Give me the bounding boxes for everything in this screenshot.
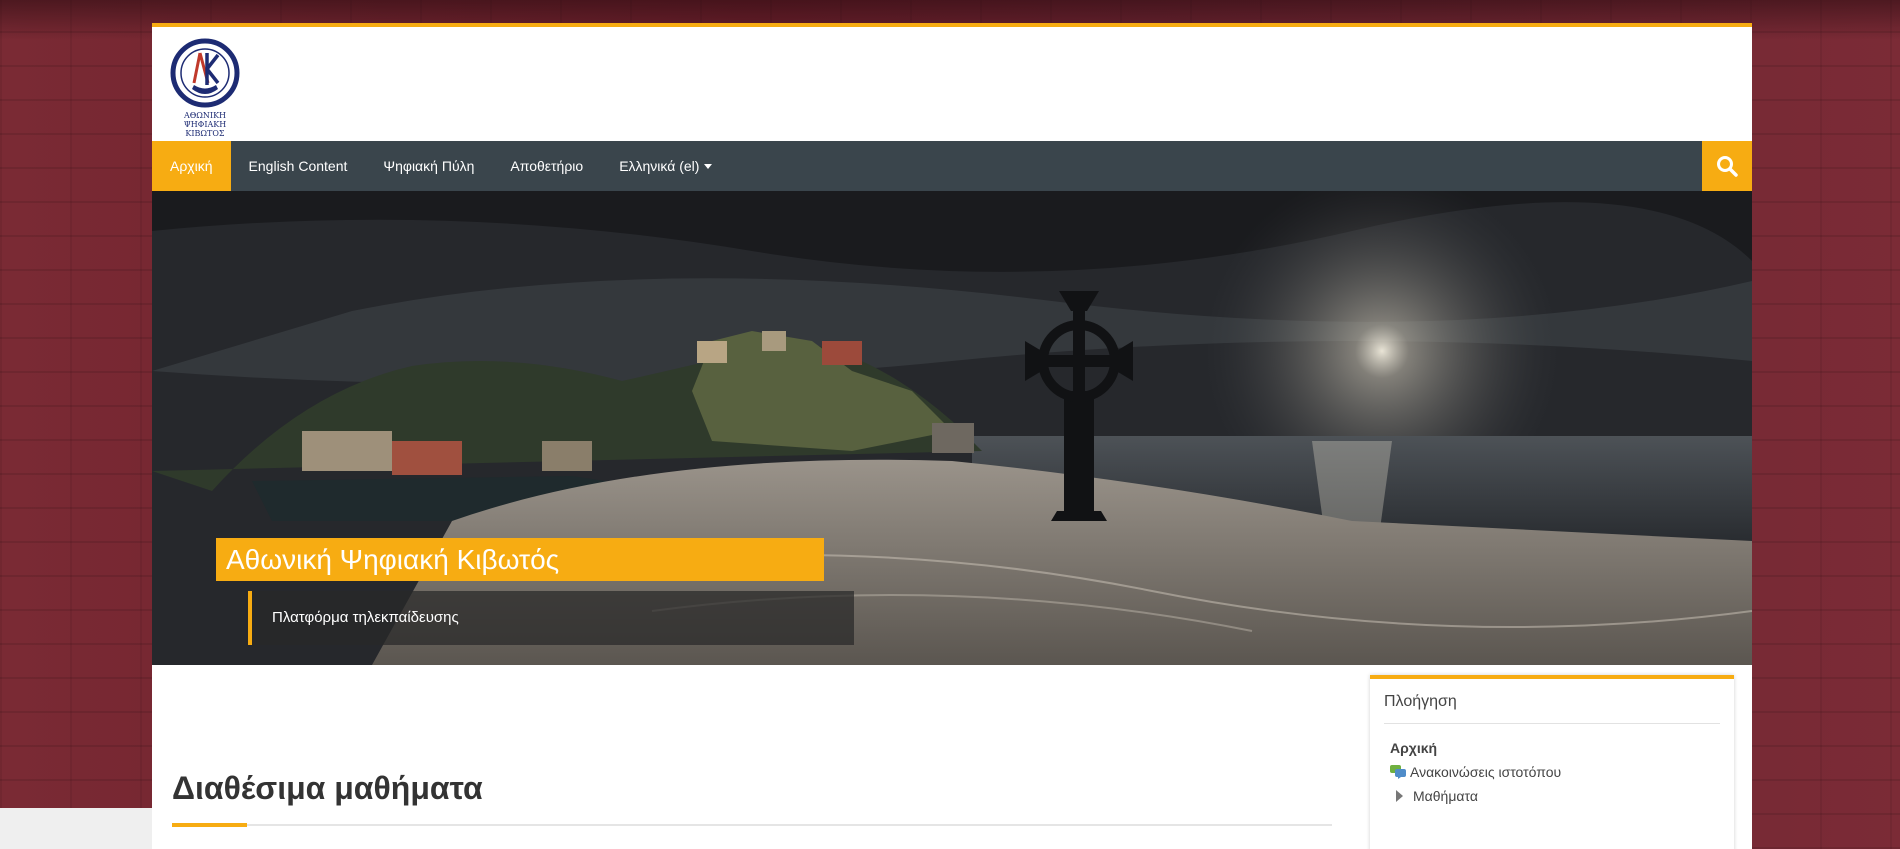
language-dropdown[interactable]: Ελληνικά (el)	[601, 141, 730, 191]
nav-tree-home[interactable]: Αρχική	[1384, 740, 1720, 756]
nav-tree-announcements-label: Ανακοινώσεις ιστοτόπου	[1410, 764, 1562, 780]
logo-line-2: ΨΗΦΙΑΚΗ ΚΙΒΩΤΟΣ	[183, 120, 227, 138]
title-divider-accent	[172, 823, 247, 827]
expand-arrow-icon[interactable]	[1396, 790, 1403, 802]
chevron-down-icon	[704, 163, 713, 169]
main-navbar: Αρχική English Content Ψηφιακή Πύλη Αποθ…	[152, 141, 1752, 191]
logo-text: ΑΘΩΝΙΚΗ ΨΗΦΙΑΚΗ ΚΙΒΩΤΟΣ	[170, 111, 240, 138]
main-content: Διαθέσιμα μαθήματα Πλοήγηση Αρχική Ανακο…	[152, 665, 1752, 849]
nav-tree-announcements[interactable]: Ανακοινώσεις ιστοτόπου	[1384, 764, 1720, 780]
hero-banner: Αθωνική Ψηφιακή Κιβωτός Πλατφόρμα τηλεκπ…	[152, 191, 1752, 665]
nav-tree-courses-label: Μαθήματα	[1413, 788, 1478, 804]
nav-tree-courses[interactable]: Μαθήματα	[1384, 788, 1720, 804]
background-strip	[0, 808, 152, 849]
nav-item-label: Αποθετήριο	[510, 158, 584, 174]
nav-item-repository[interactable]: Αποθετήριο	[492, 141, 601, 191]
navigation-block: Πλοήγηση Αρχική Ανακοινώσεις ιστοτόπου Μ…	[1370, 675, 1734, 849]
page-title: Διαθέσιμα μαθήματα	[172, 770, 483, 806]
forum-icon	[1390, 765, 1406, 779]
logo-emblem	[170, 38, 240, 108]
nav-item-label: Ψηφιακή Πύλη	[383, 158, 475, 174]
hero-title: Αθωνική Ψηφιακή Κιβωτός	[216, 538, 824, 581]
site-logo[interactable]: ΑΘΩΝΙΚΗ ΨΗΦΙΑΚΗ ΚΙΒΩΤΟΣ	[170, 37, 240, 138]
brand-header: ΑΘΩΝΙΚΗ ΨΗΦΙΑΚΗ ΚΙΒΩΤΟΣ	[152, 27, 1752, 141]
nav-item-label: English Content	[248, 158, 348, 174]
nav-item-english-content[interactable]: English Content	[231, 141, 366, 191]
language-label: Ελληνικά (el)	[619, 158, 700, 174]
nav-item-digital-portal[interactable]: Ψηφιακή Πύλη	[365, 141, 492, 191]
hero-subtitle: Πλατφόρμα τηλεκπαίδευσης	[248, 591, 854, 645]
nav-item-home[interactable]: Αρχική	[152, 141, 231, 191]
page-container: ΑΘΩΝΙΚΗ ΨΗΦΙΑΚΗ ΚΙΒΩΤΟΣ Αρχική English C…	[152, 23, 1752, 849]
title-divider	[172, 824, 1332, 826]
navigation-block-title: Πλοήγηση	[1384, 693, 1720, 724]
navigation-tree: Αρχική Ανακοινώσεις ιστοτόπου Μαθήματα	[1384, 740, 1720, 804]
logo-line-1: ΑΘΩΝΙΚΗ	[183, 111, 227, 120]
search-button[interactable]	[1702, 141, 1752, 191]
nav-item-label: Αρχική	[170, 158, 213, 174]
search-icon	[1717, 156, 1738, 177]
